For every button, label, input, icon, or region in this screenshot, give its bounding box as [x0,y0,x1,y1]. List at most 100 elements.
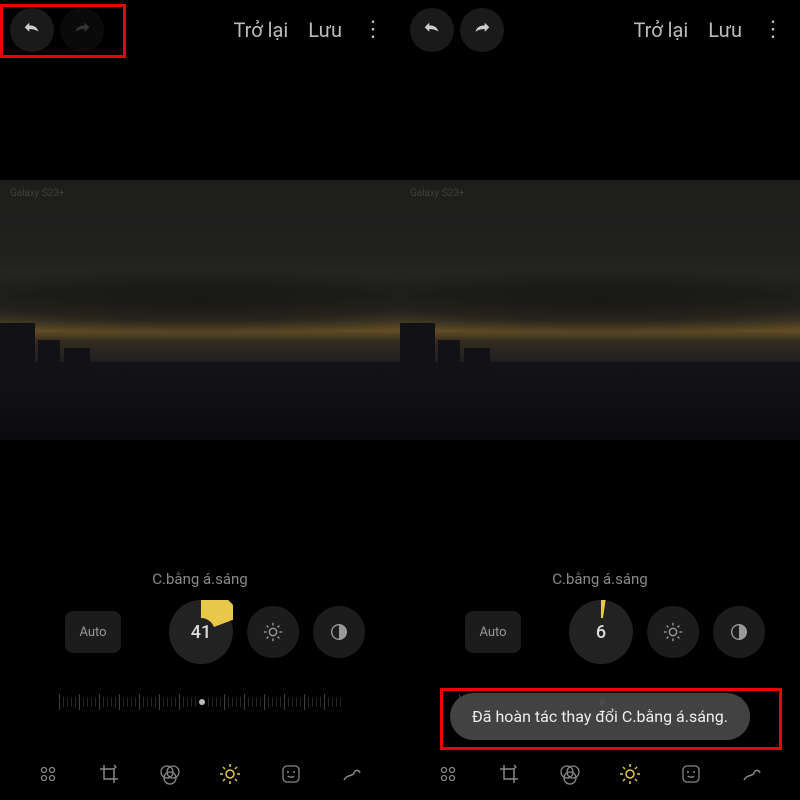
ruler-tick [187,697,188,707]
draw-tab[interactable] [338,760,366,788]
adjustment-row: Auto 6 [400,600,800,664]
back-button[interactable]: Trở lại [233,18,288,42]
ruler-tick [175,697,176,707]
contrast-control[interactable] [313,606,365,658]
ruler-tick [131,697,132,707]
undo-button[interactable] [410,8,454,52]
ai-enhance-icon [436,762,460,786]
ruler-tick [107,697,108,707]
ruler-tick [232,697,233,707]
crop-rotate-tab[interactable] [95,760,123,788]
adjust-tab[interactable] [616,760,644,788]
filter-tab[interactable] [556,760,584,788]
ruler-tick [248,697,249,707]
ruler-tick [312,697,313,707]
ruler-tick [135,697,136,707]
crop-rotate-icon [97,762,121,786]
adjustment-label: C.bằng á.sáng [400,570,800,588]
ruler-tick [228,697,229,707]
undo-icon [421,19,443,41]
ruler-tick [260,697,261,707]
ai-enhance-tab[interactable] [34,760,62,788]
right-pane: Trở lại Lưu ⋮ Galaxy S23+ C.bằng á.sáng … [400,0,800,800]
highlight-balance-control[interactable]: 41 [169,600,233,664]
ruler-tick [316,697,317,707]
ruler-tick [320,697,321,707]
contrast-control[interactable] [713,606,765,658]
ruler-tick [212,697,213,707]
ruler-tick [79,694,80,710]
ruler-tick [240,697,241,707]
auto-button[interactable]: Auto [465,611,521,653]
save-button[interactable]: Lưu [708,18,742,42]
ruler-tick [300,697,301,707]
ruler-tick [155,697,156,707]
image-preview[interactable]: Galaxy S23+ [0,180,400,440]
ruler-tick [284,694,285,710]
back-button[interactable]: Trở lại [633,18,688,42]
ruler-tick [195,697,196,707]
adjust-icon [218,762,242,786]
bottom-toolbar [0,760,400,788]
ruler-tick [191,697,192,707]
ruler-tick [296,697,297,707]
topbar: Trở lại Lưu ⋮ [400,0,800,60]
dim-overlay [0,180,400,440]
more-button[interactable]: ⋮ [362,19,384,41]
tutorial-highlight-toast [440,688,782,750]
ruler-tick [304,694,305,710]
ruler-tick [340,697,341,707]
redo-button[interactable] [460,8,504,52]
filter-tab[interactable] [156,760,184,788]
image-preview[interactable]: Galaxy S23+ [400,180,800,440]
ruler-tick [63,697,64,707]
ruler-tick [127,697,128,707]
brightness-icon [262,621,284,643]
ruler-tick [123,697,124,707]
crop-rotate-tab[interactable] [495,760,523,788]
ruler-tick [111,697,112,707]
contrast-icon [728,621,750,643]
save-button[interactable]: Lưu [308,18,342,42]
ruler-tick [67,697,68,707]
more-button[interactable]: ⋮ [762,19,784,41]
contrast-icon [328,621,350,643]
left-pane: Trở lại Lưu ⋮ Galaxy S23+ C.bằng á.sáng … [0,0,400,800]
adjustment-value: 41 [191,622,211,643]
ruler-tick [95,697,96,707]
topbar-right: Trở lại Lưu ⋮ [633,18,790,42]
adjust-tab[interactable] [216,760,244,788]
ruler-tick [244,694,245,710]
ruler-tick [119,694,120,710]
adjust-icon [618,762,642,786]
sticker-tab[interactable] [277,760,305,788]
sticker-tab[interactable] [677,760,705,788]
ruler-tick [272,697,273,707]
ai-enhance-tab[interactable] [434,760,462,788]
brightness-control[interactable] [647,606,699,658]
crop-rotate-icon [497,762,521,786]
ruler-tick [147,697,148,707]
ruler-tick [264,694,265,710]
ruler-tick [236,697,237,707]
draw-tab[interactable] [738,760,766,788]
ruler-tick [208,697,209,707]
ruler-tick [151,697,152,707]
filter-icon [158,762,182,786]
bottom-toolbar [400,760,800,788]
brightness-control[interactable] [247,606,299,658]
ruler-tick [91,697,92,707]
ruler-tick [143,697,144,707]
sticker-icon [279,762,303,786]
ruler-tick [83,697,84,707]
adjustment-value: 6 [596,622,606,643]
ruler-tick [163,697,164,707]
value-ruler[interactable] [0,682,400,722]
ruler-tick [252,697,253,707]
tutorial-highlight-undo [0,4,126,58]
topbar-right: Trở lại Lưu ⋮ [233,18,390,42]
ruler-tick [199,699,205,705]
auto-button[interactable]: Auto [65,611,121,653]
highlight-balance-control[interactable]: 6 [569,600,633,664]
adjustment-row: Auto 41 [0,600,400,664]
